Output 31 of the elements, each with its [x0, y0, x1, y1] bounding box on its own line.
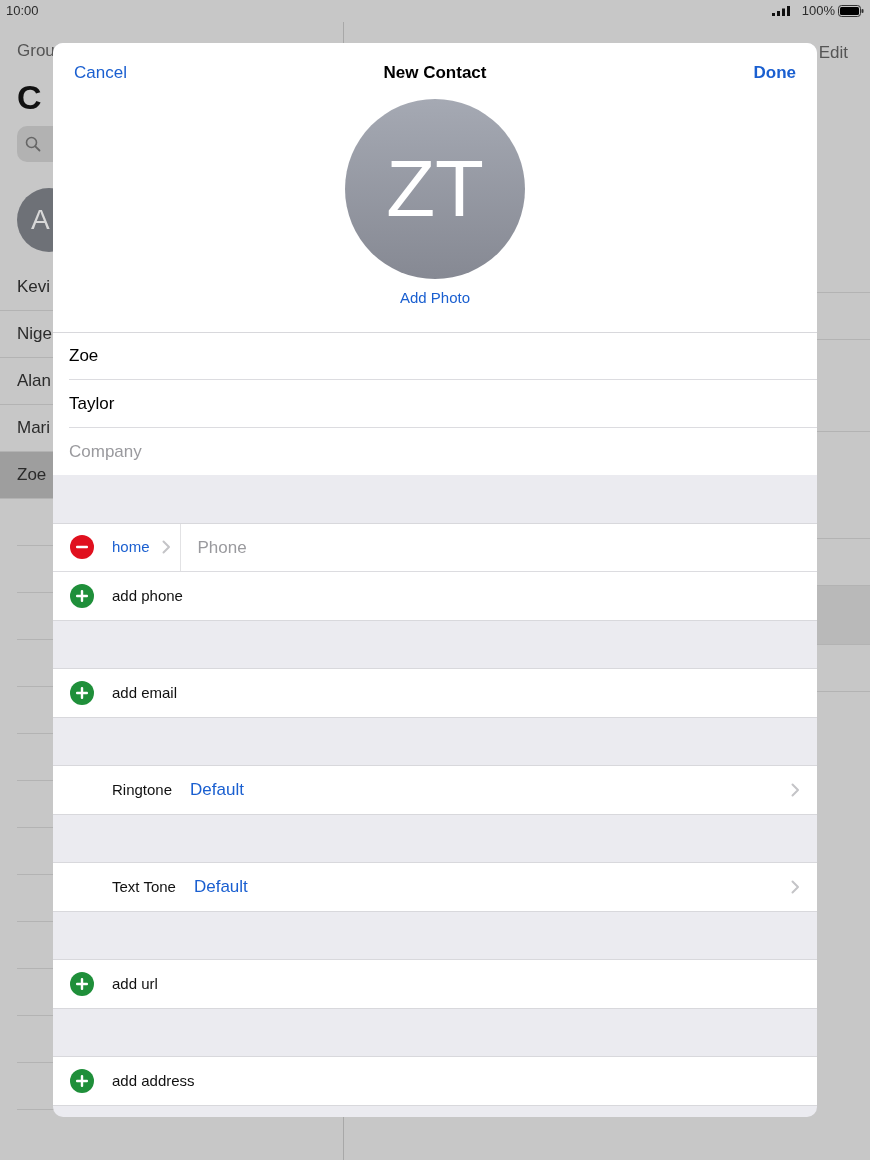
chevron-icon — [791, 879, 800, 894]
tone-value-button[interactable]: Default — [190, 777, 244, 803]
search-icon — [25, 136, 41, 152]
tone-label: Ringtone — [112, 779, 173, 800]
name-field[interactable]: Zoe — [69, 343, 817, 369]
battery-icon — [838, 5, 864, 17]
chevron-icon — [791, 782, 800, 797]
battery-percent: 100% — [801, 2, 835, 21]
groups-button[interactable]: Grou — [17, 38, 55, 64]
avatar-initial: A — [31, 203, 50, 237]
add-photo-link[interactable]: Add Photo — [399, 287, 471, 310]
add-icon[interactable] — [70, 971, 94, 996]
cancel-button[interactable]: Cancel — [74, 60, 127, 86]
add-icon[interactable] — [70, 1068, 94, 1093]
name-field[interactable]: Taylor — [69, 390, 817, 416]
remove-icon[interactable] — [70, 535, 94, 560]
add-icon[interactable] — [70, 680, 94, 705]
page-title: C — [17, 76, 42, 118]
dialog-title: New Contact — [383, 62, 487, 85]
phone-label-button[interactable]: home — [112, 536, 150, 559]
add-icon[interactable] — [70, 583, 94, 608]
edit-button[interactable]: Edit — [818, 38, 848, 68]
signal-icon — [771, 6, 790, 16]
status-time: 10:00 — [6, 2, 39, 21]
phone-field[interactable]: Phone — [197, 534, 817, 560]
name-field[interactable]: Company — [69, 438, 817, 464]
tone-value-button[interactable]: Default — [193, 874, 248, 900]
done-button[interactable]: Done — [753, 60, 796, 86]
avatar-initials: ZT — [386, 149, 484, 229]
chevron-icon — [161, 540, 171, 555]
tone-label: Text Tone — [112, 876, 176, 897]
